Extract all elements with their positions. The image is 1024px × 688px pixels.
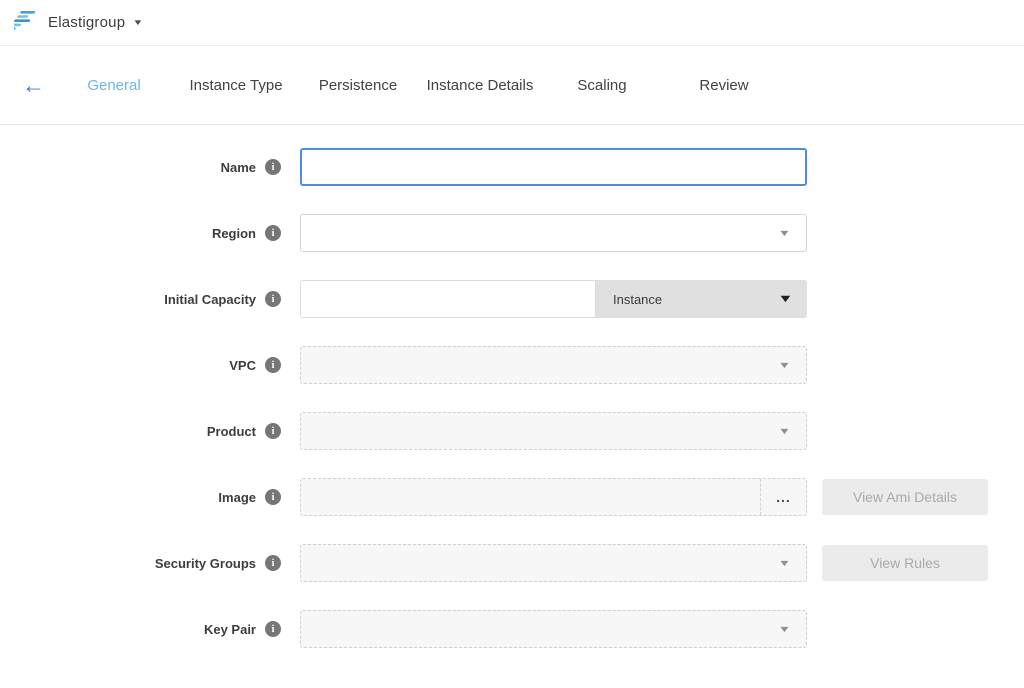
app-switcher[interactable]: Elastigroup ▼ — [14, 9, 142, 36]
image-picker[interactable]: ... — [300, 478, 807, 516]
tab-instance-type[interactable]: Instance Type — [175, 77, 297, 94]
info-icon[interactable]: i — [265, 159, 281, 175]
top-bar: Elastigroup ▼ — [0, 0, 1024, 46]
name-label: Name — [221, 160, 256, 175]
capacity-unit-value: Instance — [613, 292, 662, 307]
info-icon[interactable]: i — [265, 555, 281, 571]
tab-instance-details[interactable]: Instance Details — [419, 77, 541, 94]
general-settings-form: Name i Region i ▼ Initial Capacity i — [0, 125, 1024, 648]
chevron-down-icon: ▼ — [778, 558, 791, 568]
image-row: Image i ... View Ami Details — [0, 478, 1024, 516]
initial-capacity-label: Initial Capacity — [164, 292, 256, 307]
security-groups-label: Security Groups — [155, 556, 256, 571]
region-row: Region i ▼ — [0, 214, 1024, 252]
app-title: Elastigroup — [48, 14, 125, 31]
chevron-down-icon: ▼ — [778, 426, 791, 436]
region-select[interactable]: ▼ — [300, 214, 807, 252]
info-icon[interactable]: i — [265, 489, 281, 505]
wizard-tab-bar: ← General Instance Type Persistence Inst… — [0, 46, 1024, 125]
key-pair-row: Key Pair i ▼ — [0, 610, 1024, 648]
info-icon[interactable]: i — [265, 291, 281, 307]
view-ami-details-button[interactable]: View Ami Details — [822, 479, 988, 515]
product-row: Product i ▼ — [0, 412, 1024, 450]
view-rules-button[interactable]: View Rules — [822, 545, 988, 581]
image-picker-value — [301, 479, 760, 515]
tab-review[interactable]: Review — [663, 77, 785, 94]
key-pair-label: Key Pair — [204, 622, 256, 637]
info-icon[interactable]: i — [265, 621, 281, 637]
chevron-down-icon: ▼ — [778, 624, 791, 634]
vpc-select[interactable]: ▼ — [300, 346, 807, 384]
name-input[interactable] — [300, 148, 807, 186]
product-select[interactable]: ▼ — [300, 412, 807, 450]
tab-general[interactable]: General — [53, 77, 175, 94]
elastigroup-logo-icon — [14, 9, 38, 36]
tab-scaling[interactable]: Scaling — [541, 77, 663, 94]
security-groups-row: Security Groups i ▼ View Rules — [0, 544, 1024, 582]
info-icon[interactable]: i — [265, 225, 281, 241]
region-label: Region — [212, 226, 256, 241]
chevron-down-icon: ▼ — [778, 360, 791, 370]
chevron-down-icon: ▼ — [777, 293, 793, 305]
vpc-label: VPC — [229, 358, 256, 373]
ellipsis-browse-icon[interactable]: ... — [760, 479, 806, 515]
tab-persistence[interactable]: Persistence — [297, 77, 419, 94]
product-label: Product — [207, 424, 256, 439]
app-switcher-caret-icon: ▼ — [133, 18, 144, 27]
info-icon[interactable]: i — [265, 357, 281, 373]
chevron-down-icon: ▼ — [778, 228, 791, 238]
wizard-tabs: General Instance Type Persistence Instan… — [53, 77, 785, 94]
initial-capacity-input[interactable] — [300, 280, 596, 318]
initial-capacity-row: Initial Capacity i Instance ▼ — [0, 280, 1024, 318]
name-row: Name i — [0, 148, 1024, 186]
key-pair-select[interactable]: ▼ — [300, 610, 807, 648]
back-arrow-icon[interactable]: ← — [22, 74, 44, 97]
info-icon[interactable]: i — [265, 423, 281, 439]
capacity-unit-select[interactable]: Instance ▼ — [596, 280, 807, 318]
image-label: Image — [218, 490, 256, 505]
security-groups-select[interactable]: ▼ — [300, 544, 807, 582]
vpc-row: VPC i ▼ — [0, 346, 1024, 384]
